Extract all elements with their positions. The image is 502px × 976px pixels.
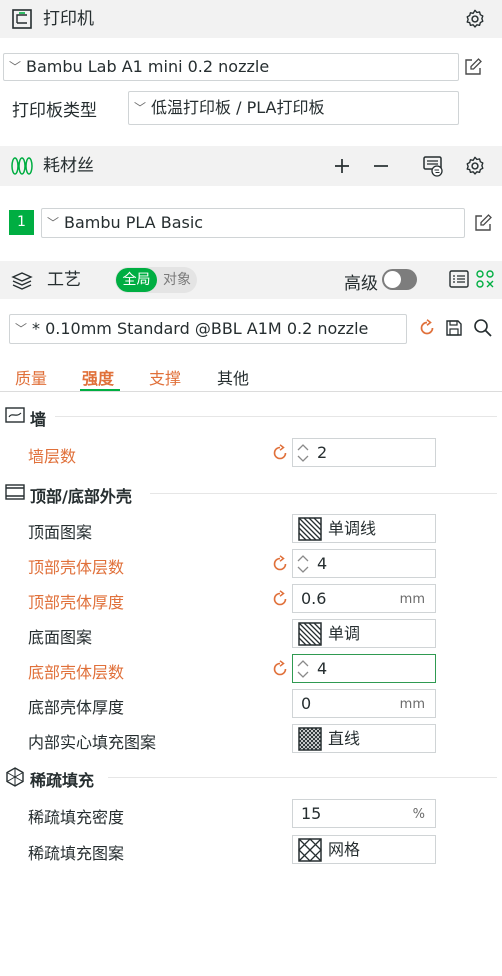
bottom-shell-layers-label: 底部壳体层数 [28, 663, 125, 682]
top-shell-thickness-reset-icon[interactable] [271, 590, 289, 608]
infill-pattern-value: 网格 [328, 840, 361, 859]
top-shell-layers-label: 顶部壳体层数 [28, 558, 125, 577]
monotonic-pattern-icon [298, 622, 322, 646]
chevron-down-icon: ﹀ [134, 101, 147, 115]
section-divider [108, 777, 497, 778]
filament-settings-gear-icon[interactable] [461, 152, 489, 180]
add-filament-plus-icon[interactable] [328, 152, 356, 180]
top-shell-thickness-input[interactable]: 0.6 mm [292, 584, 436, 613]
wall-loops-spinner[interactable]: 2 [292, 438, 436, 467]
process-list-view-icon[interactable] [448, 268, 470, 290]
infill-density-input[interactable]: 15 % [292, 799, 436, 828]
infill-density-label: 稀疏填充密度 [28, 808, 125, 827]
spinner-arrows-icon[interactable] [296, 658, 310, 680]
tab-strength[interactable]: 强度 [82, 365, 114, 389]
printer-header: 打印机 [0, 0, 502, 38]
top-shell-thickness-label: 顶部壳体厚度 [28, 593, 125, 612]
spinner-arrows-icon[interactable] [296, 553, 310, 575]
process-title: 工艺 [47, 270, 81, 290]
process-header: 工艺 [0, 261, 502, 299]
chevron-down-icon: ﹀ [9, 60, 22, 74]
spinner-arrows-icon[interactable] [296, 442, 310, 464]
filament-preset-combo[interactable]: ﹀ Bambu PLA Basic [41, 208, 465, 238]
filament-title: 耗材丝 [43, 156, 94, 176]
printer-title: 打印机 [43, 9, 94, 29]
infill-density-value: 15 [301, 804, 322, 823]
advanced-label: 高级 [344, 274, 378, 294]
chevron-down-icon: ﹀ [47, 216, 60, 230]
process-layers-icon [8, 266, 36, 294]
plate-type-label: 打印板类型 [12, 101, 97, 121]
printer-preset-value: Bambu Lab A1 mini 0.2 nozzle [26, 57, 270, 76]
unit-label: % [412, 807, 425, 822]
top-shell-layers-spinner[interactable]: 4 [292, 549, 436, 578]
scope-global-option[interactable]: 全局 [116, 268, 157, 292]
bottom-shell-thickness-input[interactable]: 0 mm [292, 689, 436, 718]
infill-hex-icon [5, 767, 25, 787]
remove-filament-minus-icon[interactable] [367, 152, 395, 180]
advanced-switch[interactable] [382, 269, 417, 290]
internal-solid-pattern-label: 内部实心填充图案 [28, 733, 157, 752]
bottom-pattern-combo[interactable]: 单调 [292, 619, 436, 648]
bottom-pattern-value: 单调 [328, 624, 361, 643]
process-search-icon[interactable] [473, 318, 493, 338]
filament-spool-icon [8, 152, 36, 180]
shell-icon [5, 483, 25, 501]
wall-icon [5, 406, 25, 424]
infill-pattern-combo[interactable]: 网格 [292, 835, 436, 864]
wall-loops-label: 墙层数 [28, 447, 77, 466]
top-shell-thickness-value: 0.6 [301, 589, 327, 608]
bottom-shell-layers-value: 4 [317, 659, 328, 678]
filament-slot-badge[interactable]: 1 [9, 210, 34, 235]
section-title-wall: 墙 [30, 410, 47, 429]
plate-type-value: 低温打印板 / PLA打印板 [151, 98, 325, 117]
bottom-pattern-label: 底面图案 [28, 628, 93, 647]
tab-quality[interactable]: 质量 [15, 365, 47, 389]
top-shell-layers-value: 4 [317, 554, 328, 573]
tab-support[interactable]: 支撑 [149, 365, 181, 389]
rectilinear-pattern-icon [298, 727, 322, 751]
monotonic-line-pattern-icon [298, 517, 322, 541]
filament-edit-icon[interactable] [473, 213, 493, 233]
filament-sync-icon[interactable] [419, 152, 447, 180]
top-pattern-combo[interactable]: 单调线 [292, 514, 436, 543]
top-pattern-value: 单调线 [328, 519, 377, 538]
bottom-shell-thickness-label: 底部壳体厚度 [28, 698, 125, 717]
section-title-shell: 顶部/底部外壳 [30, 487, 132, 506]
unit-label: mm [399, 697, 425, 712]
section-title-infill: 稀疏填充 [30, 771, 95, 790]
process-preset-value: * 0.10mm Standard @BBL A1M 0.2 nozzle [32, 319, 369, 338]
wall-loops-value: 2 [317, 443, 328, 462]
top-shell-layers-reset-icon[interactable] [271, 555, 289, 573]
bottom-shell-thickness-value: 0 [301, 694, 312, 713]
scope-object-option[interactable]: 对象 [159, 267, 195, 293]
process-preset-combo[interactable]: ﹀ * 0.10mm Standard @BBL A1M 0.2 nozzle [9, 314, 407, 344]
switch-knob [384, 271, 401, 288]
filament-preset-value: Bambu PLA Basic [64, 213, 204, 232]
printer-icon [8, 5, 36, 33]
internal-solid-pattern-combo[interactable]: 直线 [292, 724, 436, 753]
internal-solid-pattern-value: 直线 [328, 729, 361, 748]
tab-others[interactable]: 其他 [217, 365, 249, 389]
process-save-icon[interactable] [445, 319, 463, 337]
unit-label: mm [399, 592, 425, 607]
chevron-down-icon: ﹀ [15, 322, 28, 336]
top-pattern-label: 顶面图案 [28, 523, 93, 542]
bottom-shell-layers-spinner[interactable]: 4 [292, 654, 436, 683]
plate-type-combo[interactable]: ﹀ 低温打印板 / PLA打印板 [128, 91, 459, 125]
tabs-divider [0, 391, 502, 392]
printer-settings-gear-icon[interactable] [461, 5, 489, 33]
bottom-shell-layers-reset-icon[interactable] [271, 660, 289, 678]
section-divider [150, 493, 497, 494]
process-compare-icon[interactable] [474, 268, 496, 290]
process-reset-icon[interactable] [418, 319, 436, 337]
printer-edit-icon[interactable] [463, 57, 483, 77]
filament-header: 耗材丝 [0, 146, 502, 186]
grid-pattern-icon [298, 838, 322, 862]
section-divider [55, 416, 497, 417]
printer-preset-combo[interactable]: ﹀ Bambu Lab A1 mini 0.2 nozzle [3, 53, 459, 81]
process-scope-toggle[interactable]: 全局 对象 [115, 267, 197, 293]
infill-pattern-label: 稀疏填充图案 [28, 844, 125, 863]
wall-loops-reset-icon[interactable] [271, 444, 289, 462]
